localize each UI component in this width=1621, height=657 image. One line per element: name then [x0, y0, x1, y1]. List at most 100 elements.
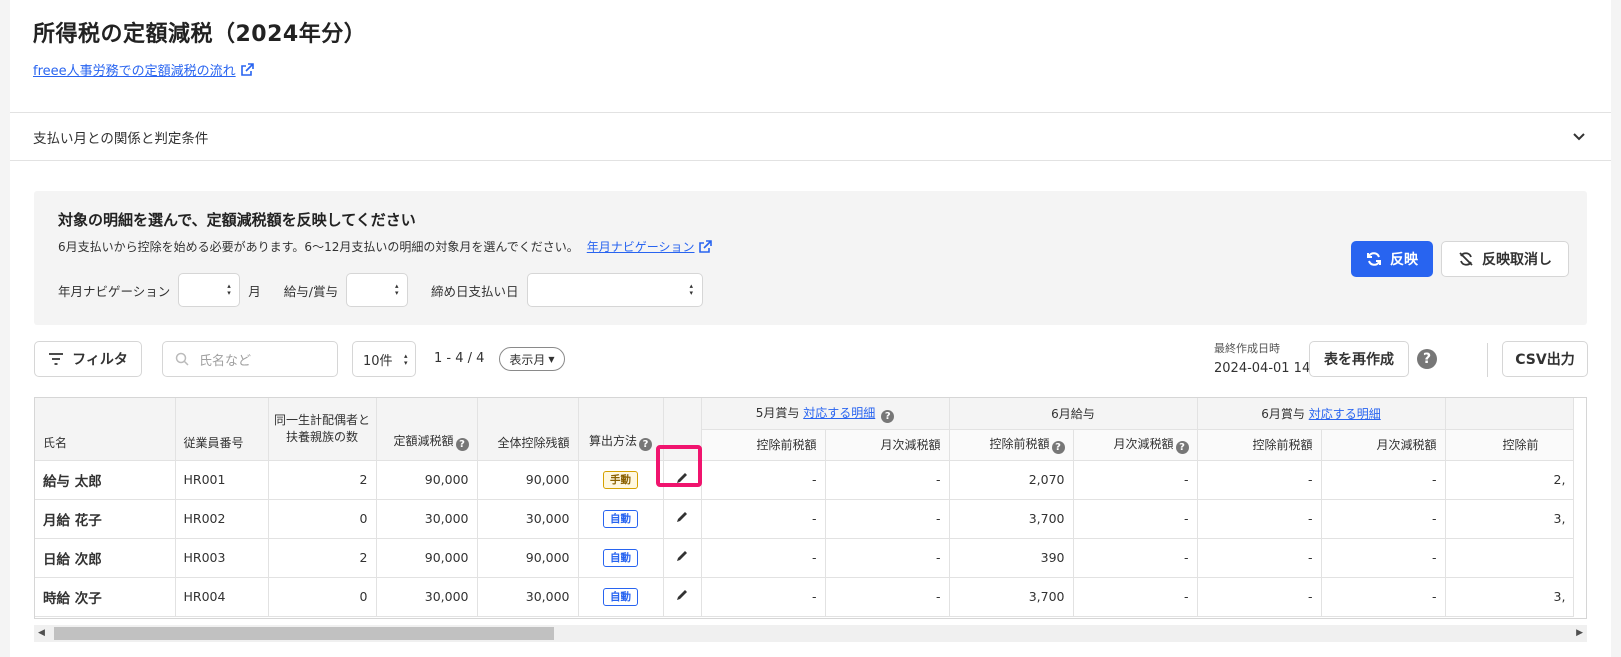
group-may-bonus: 5月賞与 対応する明細? — [701, 398, 950, 430]
table-toolbar: フィルタ 氏名など 10件 1 - 4 / 4 表示月 ▼ 最終作成日時 202… — [34, 341, 1588, 377]
may-pretax: - — [701, 538, 826, 578]
calc-method-badge: 自動 — [603, 509, 638, 528]
reflect-panel: 対象の明細を選んで、定額減税額を反映してください 6月支払いから控除を始める必要… — [34, 191, 1587, 325]
employee-name: 給与 太郎 — [35, 460, 176, 500]
csv-export-button[interactable]: CSV出力 — [1502, 341, 1588, 377]
external-link-icon — [698, 239, 712, 253]
apply-button[interactable]: 反映 — [1351, 241, 1433, 277]
total-remaining-amount: 30,000 — [477, 499, 579, 539]
cancel-reflect-button[interactable]: 反映取消し — [1441, 241, 1569, 277]
june-pretax: 390 — [949, 538, 1074, 578]
june-reduction: - — [1073, 577, 1198, 617]
fixed-reduction-amount: 30,000 — [376, 577, 478, 617]
help-icon[interactable]: ? — [1175, 441, 1189, 454]
calc-method-cell: 手動 — [578, 460, 664, 500]
help-icon[interactable]: ? — [455, 437, 469, 451]
calc-method-cell: 自動 — [578, 577, 664, 617]
june-bonus-pretax: - — [1197, 577, 1322, 617]
june-bonus-reduction: - — [1321, 538, 1446, 578]
may-pretax: - — [701, 499, 826, 539]
may-reduction: - — [825, 538, 950, 578]
type-select[interactable] — [346, 273, 408, 307]
col-total-remaining: 全体控除残額 — [477, 398, 579, 461]
help-icon[interactable]: ? — [1417, 349, 1437, 369]
search-icon — [175, 352, 189, 366]
apply-button-label: 反映 — [1390, 252, 1418, 268]
may-reduction: - — [825, 499, 950, 539]
last-created-label: 最終作成日時 — [1214, 342, 1280, 355]
next-pretax — [1445, 538, 1575, 578]
horizontal-scrollbar[interactable]: ◀ ▶ — [34, 625, 1587, 642]
rebuild-button-label: 表を再作成 — [1324, 352, 1394, 368]
help-icon[interactable]: ? — [881, 409, 895, 423]
month-nav-label: 年月ナビゲーション — [58, 283, 171, 299]
employee-name: 時給 次子 — [35, 577, 176, 617]
flow-help-link-label: freee人事労務での定額減税の流れ — [33, 64, 236, 79]
external-link-icon — [240, 62, 254, 76]
csv-button-label: CSV出力 — [1515, 352, 1575, 368]
toolbar-divider — [1487, 343, 1488, 377]
june-pretax: 2,070 — [949, 460, 1074, 500]
scrollbar-thumb[interactable] — [54, 627, 554, 640]
panel-description: 6月支払いから控除を始める必要があります。6〜12月支払いの明細の対象月を選んで… — [58, 238, 713, 255]
table-row: 日給 次郎 HR003 2 90,000 90,000 自動 - -390- - - — [35, 538, 1575, 578]
employee-number: HR004 — [175, 577, 269, 617]
june-reduction: - — [1073, 460, 1198, 500]
flow-help-link[interactable]: freee人事労務での定額減税の流れ — [33, 60, 255, 79]
edit-button[interactable] — [663, 538, 702, 578]
employee-number: HR003 — [175, 538, 269, 578]
dependents-count: 2 — [268, 460, 377, 500]
display-month-dropdown[interactable]: 表示月 ▼ — [499, 347, 565, 371]
total-remaining-amount: 90,000 — [477, 460, 579, 500]
scroll-left-icon[interactable]: ◀ — [38, 628, 45, 638]
may-reduction: - — [825, 460, 950, 500]
panel-desc-text: 6月支払いから控除を始める必要があります。6〜12月支払いの明細の対象月を選んで… — [58, 240, 579, 254]
year-nav-link-label: 年月ナビゲーション — [586, 240, 695, 254]
june-bonus-pretax: - — [1197, 460, 1322, 500]
cancel-reflect-label: 反映取消し — [1482, 252, 1552, 268]
june-bonus-reduction: - — [1321, 577, 1446, 617]
may-pretax: - — [701, 460, 826, 500]
per-page-value: 10件 — [363, 353, 393, 369]
fixed-reduction-amount: 30,000 — [376, 499, 478, 539]
table-row: 給与 太郎 HR001 2 90,000 90,000 手動 - -2,070- - -2, — [35, 460, 1575, 500]
conditions-accordion[interactable]: 支払い月との関係と判定条件 — [10, 112, 1611, 161]
tax-table-container: 氏名 従業員番号 同一生計配偶者と 扶養親族の数 定額減税額? 全体控除残額 算出… — [34, 397, 1587, 619]
scroll-right-icon[interactable]: ▶ — [1576, 628, 1583, 638]
june-pretax: 3,700 — [949, 499, 1074, 539]
june-pretax: 3,700 — [949, 577, 1074, 617]
employee-number: HR002 — [175, 499, 269, 539]
next-pretax: 3, — [1445, 499, 1575, 539]
chevron-down-icon — [1573, 133, 1585, 141]
filter-button[interactable]: フィルタ — [34, 341, 142, 377]
col-juneb-reduction: 月次減税額 — [1321, 429, 1446, 461]
caret-down-icon: ▼ — [548, 354, 555, 364]
pencil-icon — [677, 551, 687, 561]
group-june-salary: 6月給与 — [949, 398, 1198, 430]
help-icon[interactable]: ? — [1051, 441, 1065, 454]
may-bonus-link[interactable]: 対応する明細 — [803, 406, 875, 420]
edit-button[interactable] — [663, 499, 702, 539]
col-juneb-pretax: 控除前税額 — [1197, 429, 1322, 461]
month-unit: 月 — [248, 283, 261, 299]
help-icon[interactable]: ? — [639, 437, 652, 451]
month-select[interactable] — [178, 273, 241, 307]
search-input[interactable]: 氏名など — [162, 341, 338, 377]
june-reduction: - — [1073, 538, 1198, 578]
edit-button[interactable] — [663, 577, 702, 617]
closing-label: 締め日支払い日 — [431, 283, 519, 299]
closing-date-select[interactable] — [526, 273, 703, 307]
rebuild-table-button[interactable]: 表を再作成 — [1309, 341, 1409, 377]
table-row: 月給 花子 HR002 0 30,000 30,000 自動 - -3,700- - -3, — [35, 499, 1575, 539]
col-may-pretax: 控除前税額 — [701, 429, 826, 461]
calc-method-badge: 手動 — [603, 470, 638, 489]
col-june-pretax: 控除前税額? — [949, 429, 1074, 461]
group-next — [1445, 398, 1575, 430]
june-bonus-link[interactable]: 対応する明細 — [1309, 407, 1381, 421]
accordion-label: 支払い月との関係と判定条件 — [33, 130, 209, 147]
per-page-select[interactable]: 10件 — [352, 341, 416, 377]
display-month-label: 表示月 — [509, 352, 546, 367]
tax-reduction-table: 氏名 従業員番号 同一生計配偶者と 扶養親族の数 定額減税額? 全体控除残額 算出… — [35, 398, 1575, 617]
year-nav-link[interactable]: 年月ナビゲーション — [587, 238, 713, 255]
total-remaining-amount: 90,000 — [477, 538, 579, 578]
